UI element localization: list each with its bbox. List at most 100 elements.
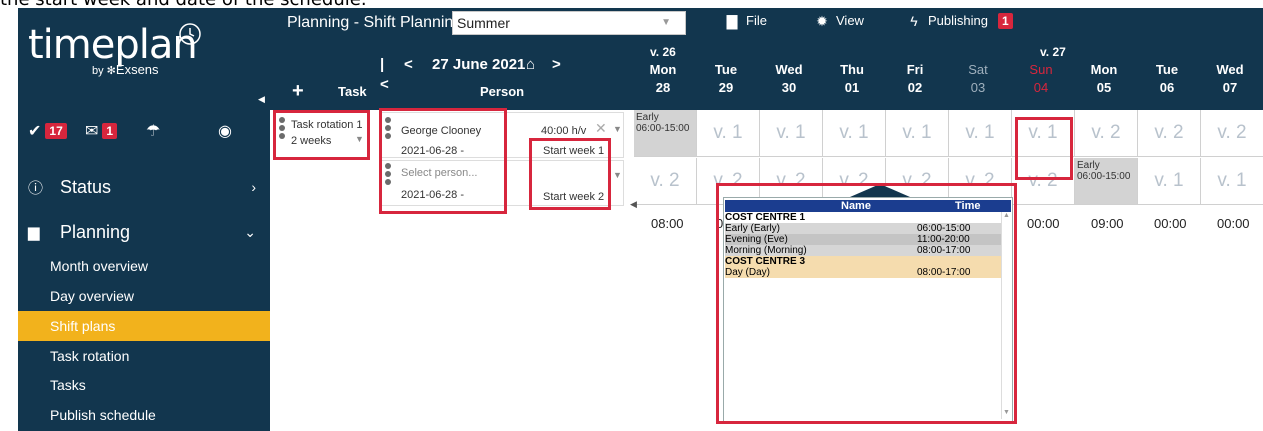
notification-bar: ✔ 17 ✉ 1 ☂ ◉ [28, 118, 264, 144]
file-menu[interactable]: ▇ File [724, 12, 767, 30]
sidebar-item-month-overview[interactable]: Month overview [18, 251, 270, 281]
sidebar-item-task-rotation[interactable]: Task rotation [18, 341, 270, 371]
day-header: Sun 04 [1012, 61, 1070, 97]
menu-label: File [746, 13, 767, 28]
day-header: Mon 05 [1075, 61, 1133, 97]
menu-label: Publishing [928, 13, 988, 28]
time-label: 00:00 [1027, 216, 1060, 231]
home-icon[interactable]: ⌂ [526, 55, 535, 75]
gear-icon: ✹ [816, 13, 828, 29]
view-menu[interactable]: ✹ View [814, 12, 864, 30]
prev-button[interactable]: < [404, 55, 413, 75]
chevron-right-icon: › [251, 179, 256, 195]
day-name: Thu [840, 62, 864, 77]
week-label: v. 27 [1040, 45, 1066, 59]
day-number: 04 [1033, 80, 1049, 95]
time-label: 00:00 [1154, 216, 1187, 231]
sidebar-item-tasks[interactable]: Tasks [18, 370, 270, 400]
chevron-down-icon: ▼ [661, 17, 671, 28]
week-cell[interactable]: v. 1 [697, 110, 760, 157]
day-columns-header: v. 26 v. 27 Mon 28 Tue 29 Wed 30 Thu 01 Fri 02 Sat… [634, 45, 1263, 108]
chevron-down-icon: ⌄ [244, 223, 256, 240]
briefcase-icon: ▆ [28, 224, 40, 241]
time-label: 09:00 [1091, 216, 1124, 231]
caption-text: the start week and date of the schedule. [0, 0, 367, 8]
chevron-down-icon: ▼ [613, 170, 622, 180]
day-name: Wed [775, 62, 803, 77]
time-label: 00:00 [1217, 216, 1250, 231]
highlight-sunday [1015, 117, 1073, 180]
week-cell[interactable]: v. 2 [634, 158, 697, 205]
beach-umbrella-icon[interactable]: ☂ [146, 118, 160, 144]
day-number: 29 [718, 80, 734, 95]
day-header: Tue 06 [1138, 61, 1196, 97]
day-header: Mon 28 [634, 61, 692, 97]
week-cell[interactable]: v. 1 [760, 110, 823, 157]
sidebar-item-shift-plans[interactable]: Shift plans [18, 311, 270, 341]
column-headers: + Task Person [282, 80, 642, 106]
day-number: 05 [1096, 80, 1112, 95]
shift-cell[interactable]: Early 06:00-15:00 [1075, 158, 1138, 205]
day-number: 28 [655, 80, 671, 95]
plan-select[interactable]: Summer ▼ [452, 11, 686, 35]
week-cell[interactable]: v. 1 [823, 110, 886, 157]
day-name: Tue [714, 62, 738, 77]
app-logo: timeplan by ✻Exsens [28, 20, 208, 82]
plan-select-value: Summer [457, 15, 510, 31]
tasks-badge[interactable]: ✔ 17 [28, 118, 67, 144]
mail-icon: ✉ [85, 123, 99, 140]
day-number: 07 [1222, 80, 1238, 95]
day-header: Fri 02 [886, 61, 944, 97]
day-number: 06 [1159, 80, 1175, 95]
collapse-sidebar-icon[interactable]: ◀ [258, 95, 266, 104]
day-header: Sat 03 [949, 61, 1007, 97]
day-number: 01 [844, 80, 860, 95]
day-number: 02 [907, 80, 923, 95]
close-icon[interactable]: ✕ [595, 120, 607, 137]
week-cell[interactable]: v. 1 [1201, 158, 1263, 205]
logo-wordmark: timeplan [28, 22, 198, 68]
scroll-left-icon[interactable]: ◀ [630, 198, 637, 210]
file-icon: ▇ [726, 13, 738, 29]
section-label: Planning [60, 221, 131, 242]
week-cell[interactable]: v. 1 [1138, 158, 1201, 205]
day-number: 30 [781, 80, 797, 95]
chevron-down-icon: ▼ [613, 124, 622, 134]
day-header: Tue 29 [697, 61, 755, 97]
sidebar-section-status[interactable]: ⓘ Status › [28, 172, 256, 202]
highlight-task [273, 110, 370, 160]
week-cell[interactable]: v. 2 [1138, 110, 1201, 157]
day-name: Sun [1029, 62, 1053, 77]
check-icon: ✔ [28, 123, 42, 140]
person-column-header: Person [480, 84, 525, 99]
logo-byline: by ✻Exsens [92, 62, 159, 77]
messages-badge[interactable]: ✉ 1 [85, 118, 118, 144]
week-cell[interactable]: v. 2 [1075, 110, 1138, 157]
week-cell[interactable]: v. 1 [949, 110, 1012, 157]
tasks-count: 17 [45, 123, 67, 139]
highlight-person [379, 108, 507, 214]
day-name: Fri [906, 62, 924, 77]
next-button[interactable]: > [552, 55, 561, 75]
day-name: Wed [1216, 62, 1244, 77]
publishing-count: 1 [998, 13, 1013, 29]
current-date: 27 June 2021 [432, 56, 526, 73]
clock-icon [179, 23, 201, 45]
info-icon: ⓘ [28, 179, 44, 197]
shift-cell[interactable]: Early 06:00-15:00 [634, 110, 697, 157]
week-cell[interactable]: v. 1 [886, 110, 949, 157]
task-column-header: Task [338, 84, 367, 99]
menu-label: View [836, 13, 864, 28]
sidebar-item-day-overview[interactable]: Day overview [18, 281, 270, 311]
sidebar-section-planning[interactable]: ▆ Planning ⌄ [28, 217, 256, 247]
page-title: Planning - Shift Planning [287, 14, 463, 31]
owl-icon[interactable]: ◉ [218, 118, 232, 144]
time-label: 08:00 [651, 216, 684, 231]
day-name: Mon [1090, 62, 1118, 77]
sidebar-item-publish-schedule[interactable]: Publish schedule [18, 400, 270, 430]
highlight-popup [716, 183, 1017, 424]
add-task-button[interactable]: + [292, 80, 304, 103]
messages-count: 1 [102, 123, 118, 139]
publishing-menu[interactable]: ϟ Publishing 1 [906, 12, 1013, 30]
week-cell[interactable]: v. 2 [1201, 110, 1263, 157]
